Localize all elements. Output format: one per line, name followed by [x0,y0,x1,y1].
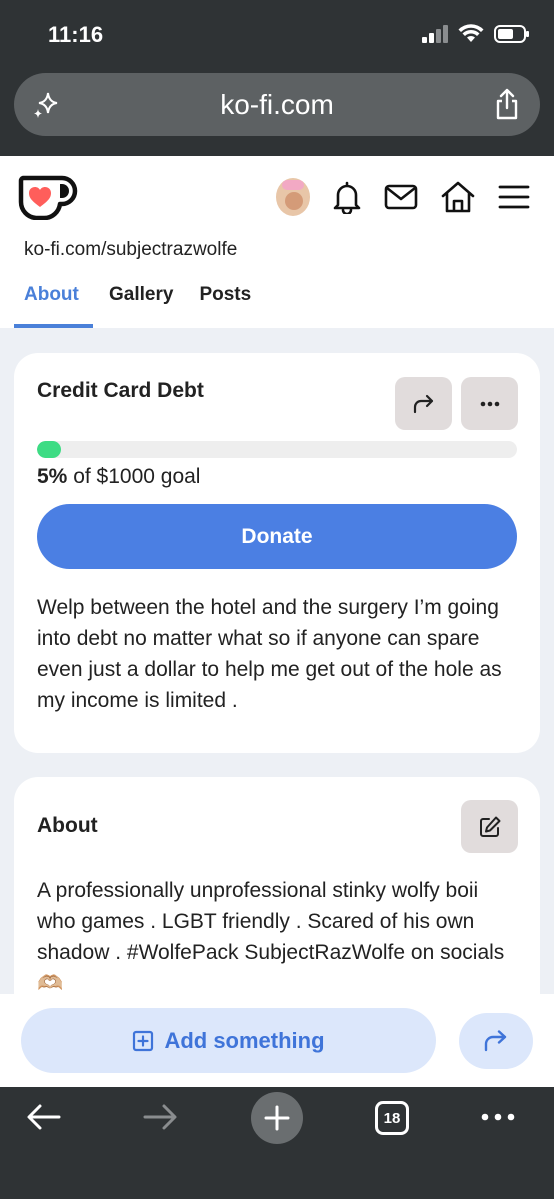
page-slug[interactable]: ko-fi.com/subjectrazwolfe [24,239,237,261]
mail-icon[interactable] [384,184,418,210]
more-dots-icon [480,401,499,406]
signal-icon [422,25,448,43]
site-header: ko-fi.com/subjectrazwolfe About Gallery … [0,156,554,328]
tab-switcher-button[interactable]: 18 [375,1101,409,1135]
forward-arrow-icon [143,1104,177,1130]
goal-text: 5% of $1000 goal [37,465,200,489]
bell-icon[interactable] [332,180,362,214]
goal-card: Credit Card Debt 5% of $1000 goal Donate… [14,353,540,753]
profile-tabs: About Gallery Posts [14,281,261,328]
kofi-logo-icon[interactable] [18,174,78,220]
share-icon[interactable] [494,88,520,120]
header-icons [276,178,530,216]
edit-about-button[interactable] [461,800,518,853]
back-button[interactable] [26,1103,62,1131]
add-square-icon [133,1030,154,1051]
about-text: A professionally unprofessional stinky w… [37,879,505,995]
url-text[interactable]: ko-fi.com [14,89,540,121]
goal-progress-fill [37,441,61,458]
tab-gallery[interactable]: Gallery [99,281,183,328]
share-arrow-icon [484,1030,507,1052]
avatar[interactable] [276,178,310,216]
new-tab-button[interactable] [251,1092,303,1144]
menu-icon[interactable] [498,184,530,210]
goal-description: Welp between the hotel and the surgery I… [37,596,502,712]
add-something-label: Add something [164,1027,325,1053]
bottom-actions: Add something [0,994,554,1087]
tab-about[interactable]: About [14,281,93,328]
back-arrow-icon [27,1104,61,1130]
edit-icon [479,816,500,837]
wifi-icon [458,24,484,42]
browser-chrome-top: 11:16 ko-fi.com [0,0,554,156]
donate-button[interactable]: Donate [37,504,517,569]
url-bar[interactable]: ko-fi.com [14,73,540,136]
browser-menu-button[interactable] [481,1113,515,1121]
more-options-button[interactable] [461,377,518,430]
goal-progress-bar [37,441,517,458]
home-icon[interactable] [440,180,476,214]
share-page-button[interactable] [459,1013,533,1069]
browser-toolbar: 18 [0,1087,554,1199]
plus-icon [264,1105,290,1131]
new-tab-circle [251,1092,303,1144]
more-dots-icon [481,1113,515,1121]
tab-posts[interactable]: Posts [189,281,261,328]
about-title: About [37,814,98,837]
goal-amount: of $1000 goal [67,465,201,488]
add-something-button[interactable]: Add something [21,1008,436,1073]
tabs-count: 18 [375,1101,409,1135]
goal-title: Credit Card Debt [37,379,204,402]
battery-icon [494,25,529,43]
share-goal-button[interactable] [395,377,452,430]
goal-percent: 5% [37,465,68,488]
status-icons [422,24,530,44]
status-time: 11:16 [48,22,104,47]
forward-button[interactable] [142,1103,178,1131]
share-arrow-icon [413,394,433,413]
